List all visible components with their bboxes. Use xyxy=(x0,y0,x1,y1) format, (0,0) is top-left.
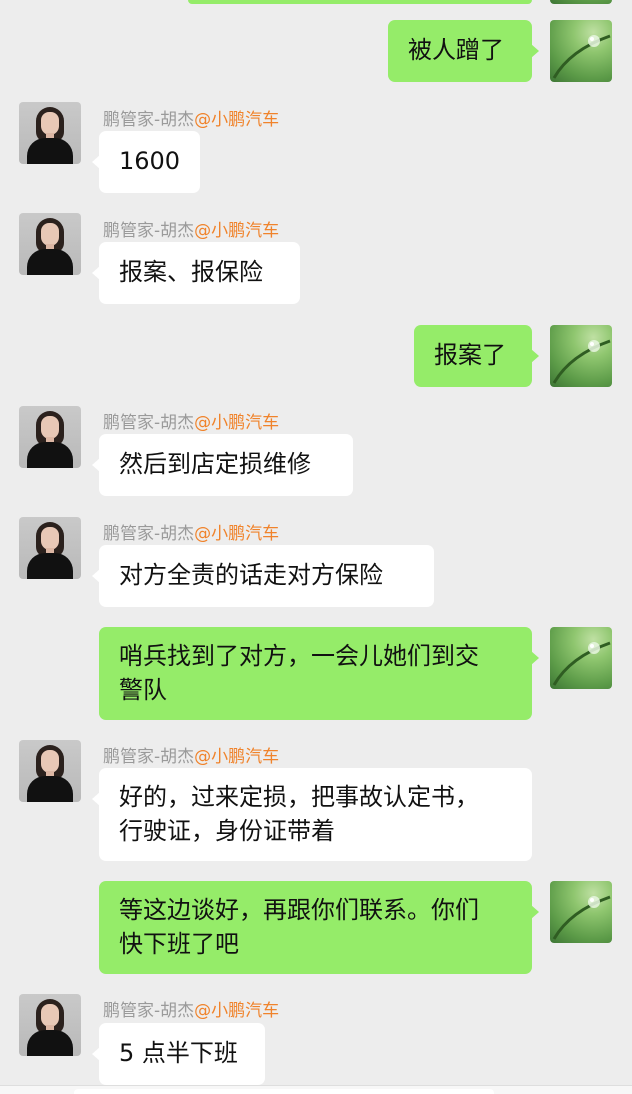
message-bubble-incoming[interactable]: 然后到店定损维修 xyxy=(92,434,353,496)
sender-name: 鹏管家-胡杰@小鹏汽车 xyxy=(103,996,279,1021)
self-avatar-stub xyxy=(550,0,612,4)
leaf-dewdrop-icon xyxy=(552,339,611,384)
agent-name: 鹏管家-胡杰 xyxy=(103,524,195,544)
agent-name: 鹏管家-胡杰 xyxy=(103,413,195,433)
message-bubble-incoming[interactable]: 好的，过来定损，把事故认定书， 行驶证，身份证带着 xyxy=(92,768,532,861)
message-bubble-incoming[interactable]: 对方全责的话走对方保险 xyxy=(92,545,434,607)
message-text: 被人蹭了 xyxy=(408,36,504,64)
input-field-stub[interactable] xyxy=(74,1089,494,1094)
self-avatar[interactable] xyxy=(550,881,612,943)
message-bubble-outgoing[interactable]: 哨兵找到了对方，一会儿她们到交 警队 xyxy=(99,627,539,720)
message-text-line: 好的，过来定损，把事故认定书， xyxy=(119,783,479,811)
message-text-line: 快下班了吧 xyxy=(119,930,239,958)
message-bubble-outgoing[interactable]: 报案了 xyxy=(414,325,539,387)
self-avatar[interactable] xyxy=(550,325,612,387)
message-text: 对方全责的话走对方保险 xyxy=(119,561,383,589)
message-bubble-incoming[interactable]: 报案、报保险 xyxy=(92,242,300,304)
message-text: 报案了 xyxy=(434,341,506,369)
message-text: 1600 xyxy=(119,147,181,175)
agent-name: 鹏管家-胡杰 xyxy=(103,747,195,767)
agent-avatar[interactable] xyxy=(19,740,81,802)
message-text-line: 等这边谈好，再跟你们联系。你们 xyxy=(119,896,479,924)
agent-name: 鹏管家-胡杰 xyxy=(103,1001,195,1021)
agent-avatar[interactable] xyxy=(19,994,81,1056)
agent-company: @小鹏汽车 xyxy=(194,747,280,767)
message-text-line: 行驶证，身份证带着 xyxy=(119,817,335,845)
agent-company: @小鹏汽车 xyxy=(194,110,280,130)
agent-name: 鹏管家-胡杰 xyxy=(103,110,195,130)
leaf-dewdrop-icon xyxy=(552,34,611,79)
message-text-line: 哨兵找到了对方，一会儿她们到交 xyxy=(119,642,479,670)
message-bubble-outgoing[interactable]: 被人蹭了 xyxy=(388,20,539,82)
leaf-dewdrop-icon xyxy=(552,895,611,940)
agent-company: @小鹏汽车 xyxy=(194,1001,280,1021)
sender-name: 鹏管家-胡杰@小鹏汽车 xyxy=(103,742,279,767)
agent-avatar[interactable] xyxy=(19,517,81,579)
message-bubble-incoming[interactable]: 1600 xyxy=(92,131,200,193)
sender-name: 鹏管家-胡杰@小鹏汽车 xyxy=(103,519,279,544)
sender-name: 鹏管家-胡杰@小鹏汽车 xyxy=(103,408,279,433)
message-text: 5 点半下班 xyxy=(119,1039,238,1067)
sender-name: 鹏管家-胡杰@小鹏汽车 xyxy=(103,216,279,241)
agent-name: 鹏管家-胡杰 xyxy=(103,221,195,241)
self-avatar[interactable] xyxy=(550,20,612,82)
message-bubble-outgoing[interactable]: 等这边谈好，再跟你们联系。你们 快下班了吧 xyxy=(99,881,539,974)
message-text: 报案、报保险 xyxy=(119,258,263,286)
previous-message-bubble-stub xyxy=(188,0,532,4)
message-bubble-incoming[interactable]: 5 点半下班 xyxy=(92,1023,265,1085)
agent-avatar[interactable] xyxy=(19,102,81,164)
leaf-dewdrop-icon xyxy=(552,641,611,686)
agent-company: @小鹏汽车 xyxy=(194,524,280,544)
sender-name: 鹏管家-胡杰@小鹏汽车 xyxy=(103,105,279,130)
message-text-line: 警队 xyxy=(119,676,167,704)
self-avatar[interactable] xyxy=(550,627,612,689)
agent-avatar[interactable] xyxy=(19,406,81,468)
agent-avatar[interactable] xyxy=(19,213,81,275)
agent-company: @小鹏汽车 xyxy=(194,221,280,241)
agent-company: @小鹏汽车 xyxy=(194,413,280,433)
message-text: 然后到店定损维修 xyxy=(119,450,311,478)
